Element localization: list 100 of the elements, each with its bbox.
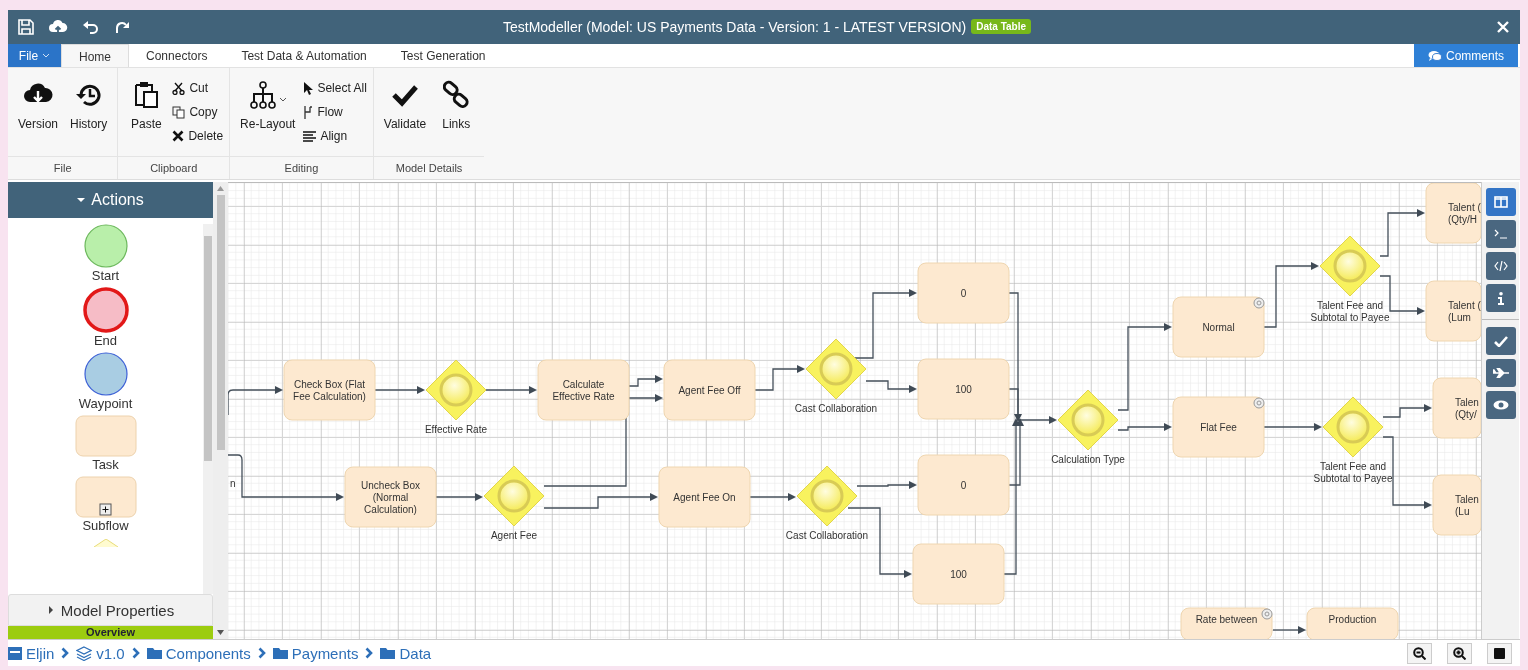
- task-shape[interactable]: [1180, 607, 1273, 640]
- checkmark-icon: [1493, 335, 1508, 347]
- model-properties-header[interactable]: Model Properties: [8, 594, 213, 627]
- actions-header[interactable]: Actions: [8, 182, 213, 219]
- connector-arrow[interactable]: [374, 386, 425, 395]
- task-shape[interactable]: [1432, 474, 1481, 536]
- connector-arrow[interactable]: [1008, 418, 1024, 486]
- gateway-label: Agent Fee: [490, 530, 538, 542]
- breadcrumb-link[interactable]: Payments: [272, 644, 359, 662]
- connector-arrow[interactable]: [1008, 292, 1057, 425]
- comments-button[interactable]: Comments: [1414, 43, 1518, 68]
- breadcrumb-link[interactable]: Data: [380, 644, 432, 662]
- scrollbar-thumb[interactable]: [216, 195, 225, 451]
- ribbon-tab[interactable]: Connectors: [129, 43, 225, 68]
- task-shape[interactable]: [344, 466, 437, 528]
- clipboard-icon: [132, 80, 161, 111]
- task-label: Flat Fee: [1200, 421, 1237, 433]
- ribbon-button[interactable]: Re-Layout: [236, 76, 300, 136]
- ribbon-button[interactable]: Align: [303, 126, 367, 147]
- connector-arrow[interactable]: [852, 289, 917, 359]
- task-shape[interactable]: [283, 359, 376, 421]
- ribbon-button[interactable]: Delete: [172, 126, 224, 147]
- palette-label: Subflow: [82, 518, 129, 534]
- task-label: Uncheck Box (Normal Calculation): [361, 479, 420, 515]
- ribbon-button[interactable]: Links: [434, 76, 479, 136]
- connector-arrow[interactable]: [1272, 626, 1306, 635]
- fit-button[interactable]: [1487, 642, 1512, 664]
- connector-arrow[interactable]: [749, 493, 796, 502]
- start-event-icon[interactable]: [83, 224, 128, 269]
- eye-icon: [1492, 400, 1509, 411]
- connector-arrow[interactable]: [543, 394, 663, 487]
- cloud-upload-icon[interactable]: [48, 18, 68, 35]
- close-icon[interactable]: [1496, 19, 1510, 34]
- scrollbar-thumb[interactable]: [204, 236, 212, 462]
- side-tool-button[interactable]: [1485, 327, 1516, 356]
- subflow-shape-icon[interactable]: [74, 476, 137, 519]
- breadcrumb-link[interactable]: Eljin: [8, 644, 55, 662]
- task-shape[interactable]: [658, 466, 751, 528]
- connector-arrow[interactable]: [1117, 323, 1172, 411]
- layers-icon: [76, 645, 93, 661]
- scroll-down-icon[interactable]: [217, 630, 224, 636]
- ribbon-button[interactable]: Flow: [303, 102, 367, 123]
- breadcrumb-link[interactable]: Components: [146, 644, 251, 662]
- side-tool-button[interactable]: [1485, 252, 1516, 281]
- side-tool-button[interactable]: [1485, 220, 1516, 249]
- terminal-icon: [1493, 229, 1508, 240]
- breadcrumb-link[interactable]: v1.0: [76, 644, 125, 662]
- connector-arrow[interactable]: [1263, 423, 1322, 432]
- side-tool-button[interactable]: [1485, 359, 1516, 388]
- ribbon-tab[interactable]: Test Data & Automation: [224, 43, 384, 68]
- chevron-icon: [365, 647, 374, 660]
- connector-arrow[interactable]: [628, 375, 663, 387]
- zoom-in-button[interactable]: [1447, 642, 1472, 664]
- task-shape[interactable]: [1425, 280, 1481, 342]
- task-shape[interactable]: [537, 359, 630, 421]
- connector-arrow[interactable]: [754, 365, 805, 391]
- window-title: TestModeller (Model: US Payments Data - Version: 1 - LATEST VERSION): [502, 18, 967, 35]
- connector-arrow[interactable]: [1382, 404, 1432, 418]
- connector-arrow[interactable]: [1379, 209, 1425, 257]
- hierarchy-icon: [248, 80, 287, 111]
- zoom-out-button[interactable]: [1407, 642, 1432, 664]
- ribbon-button[interactable]: Cut: [172, 78, 224, 99]
- connector-arrow[interactable]: [1008, 388, 1022, 423]
- connector-arrow[interactable]: [1003, 418, 1020, 575]
- task-shape[interactable]: [1425, 183, 1481, 244]
- gateway-label: Cast Collaboration: [794, 403, 878, 415]
- file-menu-button[interactable]: File: [8, 43, 61, 68]
- connector-arrow[interactable]: [856, 481, 917, 490]
- waypoint-icon[interactable]: [83, 352, 128, 397]
- task-shape[interactable]: [1432, 377, 1481, 439]
- code-icon: [1493, 261, 1508, 272]
- connector-arrow[interactable]: [1117, 423, 1172, 432]
- side-tool-button[interactable]: [1485, 188, 1516, 217]
- side-tool-button[interactable]: [1485, 284, 1516, 313]
- ribbon-tab[interactable]: Test Generation: [383, 43, 503, 68]
- model-properties-title: Model Properties: [60, 601, 175, 619]
- side-tool-button[interactable]: [1485, 391, 1516, 420]
- connector-arrow[interactable]: [228, 454, 344, 502]
- task-shape[interactable]: [663, 359, 756, 421]
- connector-arrow[interactable]: [543, 493, 658, 509]
- connector-arrow[interactable]: [485, 386, 537, 395]
- save-icon[interactable]: [18, 18, 34, 35]
- task-label: Normal: [1202, 321, 1235, 333]
- ribbon-button[interactable]: Version: [14, 76, 63, 136]
- overview-tab[interactable]: Overview: [8, 626, 213, 640]
- undo-icon[interactable]: [82, 18, 100, 35]
- task-shape[interactable]: [1306, 607, 1399, 640]
- ribbon-button[interactable]: Validate: [379, 76, 431, 136]
- chevron-icon: [131, 647, 140, 660]
- connector-arrow[interactable]: [228, 386, 283, 416]
- connector-arrow[interactable]: [435, 493, 483, 502]
- ribbon-button[interactable]: Select All: [303, 78, 367, 99]
- ribbon-button[interactable]: Paste: [124, 76, 169, 136]
- ribbon-button[interactable]: Copy: [172, 102, 224, 123]
- ribbon-tab[interactable]: Home: [61, 43, 129, 68]
- end-event-icon[interactable]: [82, 287, 129, 334]
- palette-label: Waypoint: [78, 396, 133, 412]
- task-label: 0: [960, 479, 967, 491]
- connector-arrow[interactable]: [865, 380, 917, 394]
- ribbon-button[interactable]: History: [66, 76, 112, 136]
